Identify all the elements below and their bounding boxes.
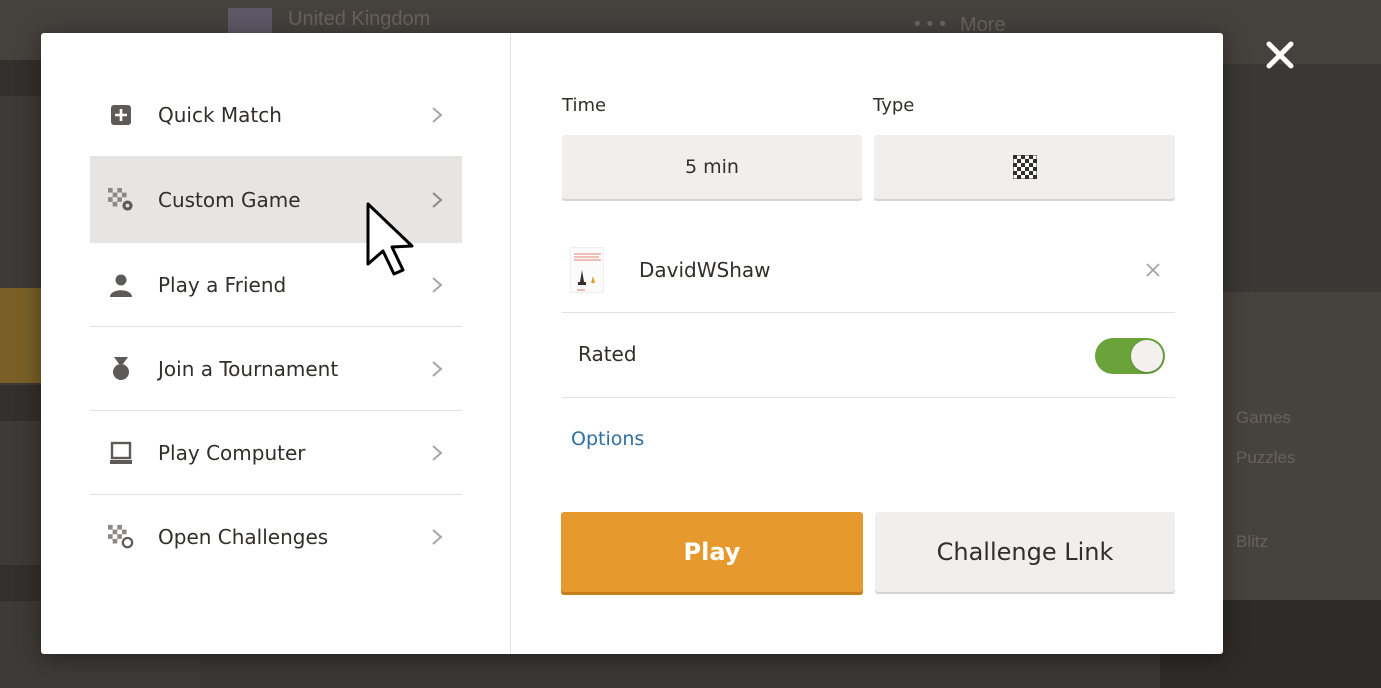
opponent-name: DavidWShaw bbox=[639, 258, 771, 282]
toggle-knob bbox=[1131, 340, 1163, 372]
chevron-right-icon bbox=[432, 529, 443, 545]
time-label: Time bbox=[562, 95, 607, 116]
chevron-right-icon bbox=[432, 444, 443, 461]
background-puzzles: Puzzles bbox=[1236, 448, 1296, 467]
menu-item-quick-match[interactable]: Quick Match bbox=[90, 73, 462, 157]
menu-item-label: Play Computer bbox=[158, 440, 306, 465]
uk-flag-icon bbox=[228, 8, 272, 36]
chevron-right-icon bbox=[432, 276, 443, 293]
chevron-right-icon bbox=[432, 360, 443, 377]
background-blitz: Blitz bbox=[1236, 532, 1269, 551]
background-games: Games bbox=[1236, 408, 1291, 427]
menu-item-label: Join a Tournament bbox=[158, 356, 339, 381]
menu-item-play-computer[interactable]: Play Computer bbox=[90, 411, 462, 495]
more-dots-icon: ••• bbox=[912, 14, 950, 35]
chevron-right-icon bbox=[432, 106, 443, 123]
menu-item-label: Quick Match bbox=[158, 102, 282, 127]
person-icon bbox=[108, 272, 134, 298]
menu-item-label: Play a Friend bbox=[158, 272, 287, 297]
plus-square-icon bbox=[108, 102, 134, 128]
new-game-modal: Quick Match Custom Game Play a Friend Jo… bbox=[41, 33, 1223, 654]
opponent-row: DavidWShaw bbox=[562, 233, 1175, 313]
challenge-link-button[interactable]: Challenge Link bbox=[875, 512, 1175, 592]
background-country: United Kingdom bbox=[288, 8, 431, 30]
game-mode-menu-panel: Quick Match Custom Game Play a Friend Jo… bbox=[41, 33, 511, 654]
close-modal-button[interactable] bbox=[1258, 33, 1302, 77]
menu-item-open-challenges[interactable]: Open Challenges bbox=[90, 495, 462, 579]
game-settings-panel: Time Type 5 min DavidWShaw Rated Options… bbox=[512, 33, 1223, 654]
play-button[interactable]: Play bbox=[561, 512, 863, 592]
options-link[interactable]: Options bbox=[571, 428, 644, 450]
computer-icon bbox=[108, 440, 134, 466]
medal-icon bbox=[108, 356, 134, 382]
game-mode-menu: Quick Match Custom Game Play a Friend Jo… bbox=[90, 73, 462, 579]
menu-item-play-a-friend[interactable]: Play a Friend bbox=[90, 243, 462, 327]
type-label: Type bbox=[873, 95, 915, 116]
menu-item-join-tournament[interactable]: Join a Tournament bbox=[90, 327, 462, 411]
menu-item-label: Open Challenges bbox=[158, 525, 329, 549]
menu-item-custom-game[interactable]: Custom Game bbox=[90, 157, 462, 243]
menu-item-label: Custom Game bbox=[158, 187, 301, 212]
rated-row: Rated bbox=[562, 314, 1175, 398]
rated-label: Rated bbox=[578, 342, 637, 366]
game-type-button[interactable] bbox=[874, 135, 1175, 199]
close-icon bbox=[1266, 41, 1294, 69]
checkerboard-icon bbox=[1012, 155, 1037, 179]
board-gear-icon bbox=[108, 187, 134, 213]
chevron-right-icon bbox=[432, 191, 443, 208]
board-circle-icon bbox=[108, 524, 134, 550]
rated-toggle[interactable] bbox=[1095, 338, 1165, 374]
time-control-button[interactable]: 5 min bbox=[562, 135, 862, 199]
remove-opponent-icon[interactable] bbox=[1143, 260, 1163, 280]
time-control-value: 5 min bbox=[685, 156, 739, 178]
opponent-avatar bbox=[570, 247, 604, 293]
